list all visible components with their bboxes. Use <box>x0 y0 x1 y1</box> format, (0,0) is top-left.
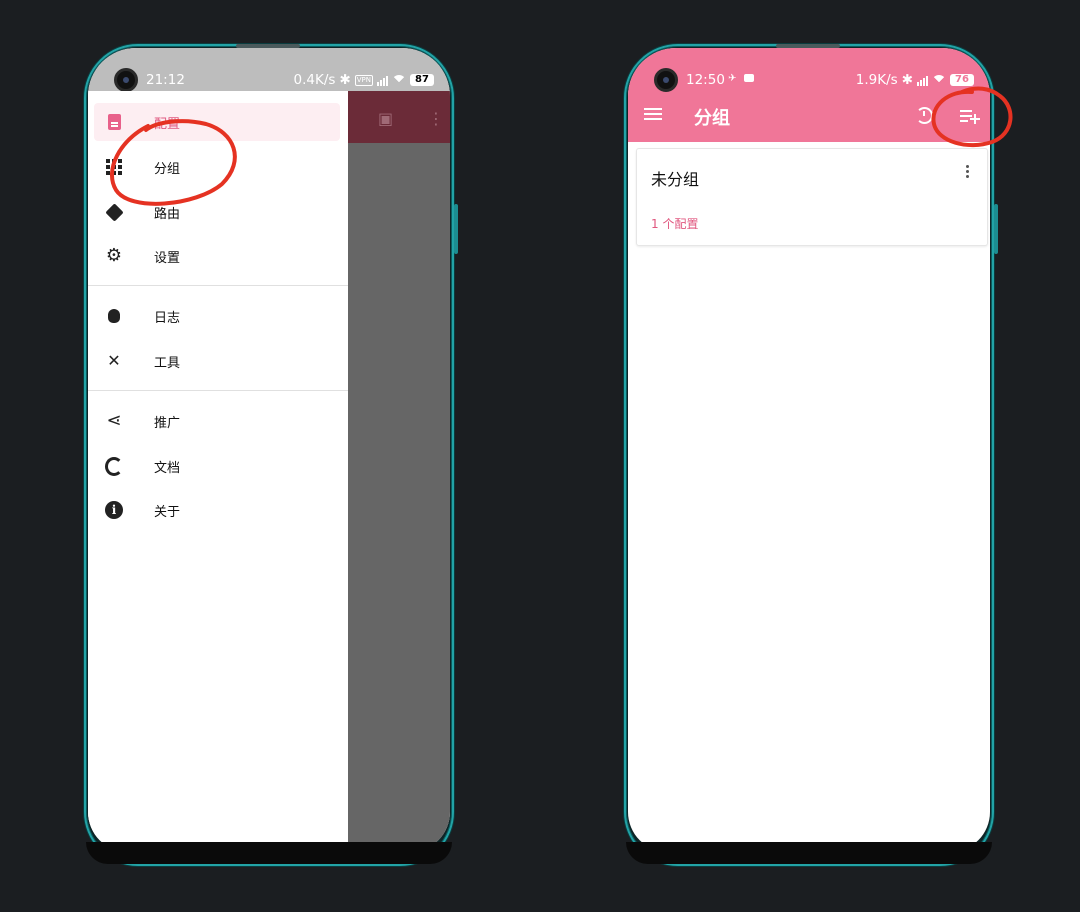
document-icon <box>105 113 123 131</box>
status-right: 0.4K/s ✱ VPN 87 <box>294 72 434 88</box>
bluetooth-icon: ✱ <box>901 72 913 88</box>
drawer-item-tools[interactable]: ✕ 工具 <box>94 342 340 380</box>
net-speed: 0.4K/s <box>293 72 336 88</box>
drawer-item-label: 工具 <box>154 355 181 371</box>
drawer-item-label: 配置 <box>154 116 181 132</box>
net-speed: 1.9K/s <box>855 72 898 88</box>
add-group-icon[interactable] <box>960 108 980 124</box>
battery-icon: 87 <box>410 74 434 86</box>
right-phone: 12:50 ✈ 1.9K/s ✱ 76 分组 未分组 1 个配置 <box>624 44 998 866</box>
app-bar-dimmed: ▣ ⋮ <box>348 91 450 143</box>
scrim-overlay[interactable] <box>348 91 450 852</box>
ring-icon <box>105 456 123 476</box>
menu-icon[interactable] <box>644 108 662 110</box>
vpn-badge: VPN <box>354 74 373 86</box>
drawer-item-settings[interactable]: ⚙ 设置 <box>94 237 340 275</box>
add-document-icon: ▣ <box>378 109 394 128</box>
bluetooth-icon: ✱ <box>339 72 351 88</box>
drawer-item-label: 日志 <box>154 310 181 326</box>
history-icon[interactable] <box>916 107 933 124</box>
drawer-item-route[interactable]: 路由 <box>94 193 340 231</box>
page-title: 分组 <box>694 108 730 129</box>
drawer-item-docs[interactable]: 文档 <box>94 447 340 485</box>
drawer-item-label: 推广 <box>154 415 181 431</box>
drawer-item-label: 关于 <box>154 504 181 520</box>
group-config-count: 1 个配置 <box>651 217 699 231</box>
drawer-item-label: 路由 <box>154 206 181 222</box>
battery-icon: 76 <box>950 74 974 86</box>
left-phone: ▣ ⋮ 21:12 0.4K/s ✱ VPN 87 配置 分组 路由 ⚙ 设置 … <box>84 44 458 866</box>
wifi-icon <box>932 75 946 85</box>
drawer-item-label: 文档 <box>154 460 181 476</box>
status-time: 21:12 <box>146 72 185 88</box>
telegram-icon: ✈ <box>728 73 737 84</box>
route-icon <box>104 202 124 222</box>
more-options-icon[interactable] <box>966 165 969 168</box>
tools-icon: ✕ <box>107 351 121 370</box>
group-card[interactable]: 未分组 1 个配置 <box>636 148 988 246</box>
wifi-icon <box>392 75 406 85</box>
signal-icon <box>377 75 388 86</box>
drawer-item-label: 设置 <box>154 250 181 266</box>
phone-chin <box>86 842 452 864</box>
navigation-drawer: 配置 分组 路由 ⚙ 设置 日志 ✕ 工具 ⋖ 推广 文档 i 关于 <box>88 91 348 852</box>
phone-chin <box>626 842 992 864</box>
gear-icon: ⚙ <box>105 245 123 266</box>
bug-icon <box>105 307 123 325</box>
power-button <box>994 204 998 254</box>
drawer-item-promote[interactable]: ⋖ 推广 <box>94 402 340 440</box>
status-bar-content: 12:50 ✈ 1.9K/s ✱ 76 <box>628 48 990 92</box>
status-time: 12:50 <box>686 72 725 88</box>
group-name: 未分组 <box>651 170 700 189</box>
camera-cutout <box>654 68 678 92</box>
divider <box>88 390 348 391</box>
drawer-item-logs[interactable]: 日志 <box>94 297 340 335</box>
more-icon: ⋮ <box>428 109 444 128</box>
left-screen: ▣ ⋮ 21:12 0.4K/s ✱ VPN 87 配置 分组 路由 ⚙ 设置 … <box>88 48 450 852</box>
status-right: 1.9K/s ✱ 76 <box>856 72 974 88</box>
power-button <box>454 204 458 254</box>
signal-icon <box>917 75 928 86</box>
info-icon: i <box>105 501 123 519</box>
youtube-icon <box>744 74 754 82</box>
divider <box>88 285 348 286</box>
status-bar-content: 21:12 0.4K/s ✱ VPN 87 <box>88 48 450 92</box>
grid-icon <box>105 158 123 176</box>
camera-cutout <box>114 68 138 92</box>
drawer-item-config[interactable]: 配置 <box>94 103 340 141</box>
right-screen: 12:50 ✈ 1.9K/s ✱ 76 分组 未分组 1 个配置 <box>628 48 990 852</box>
drawer-item-label: 分组 <box>154 161 181 177</box>
share-icon: ⋖ <box>106 410 122 431</box>
drawer-item-about[interactable]: i 关于 <box>94 491 340 529</box>
drawer-item-groups[interactable]: 分组 <box>94 148 340 186</box>
